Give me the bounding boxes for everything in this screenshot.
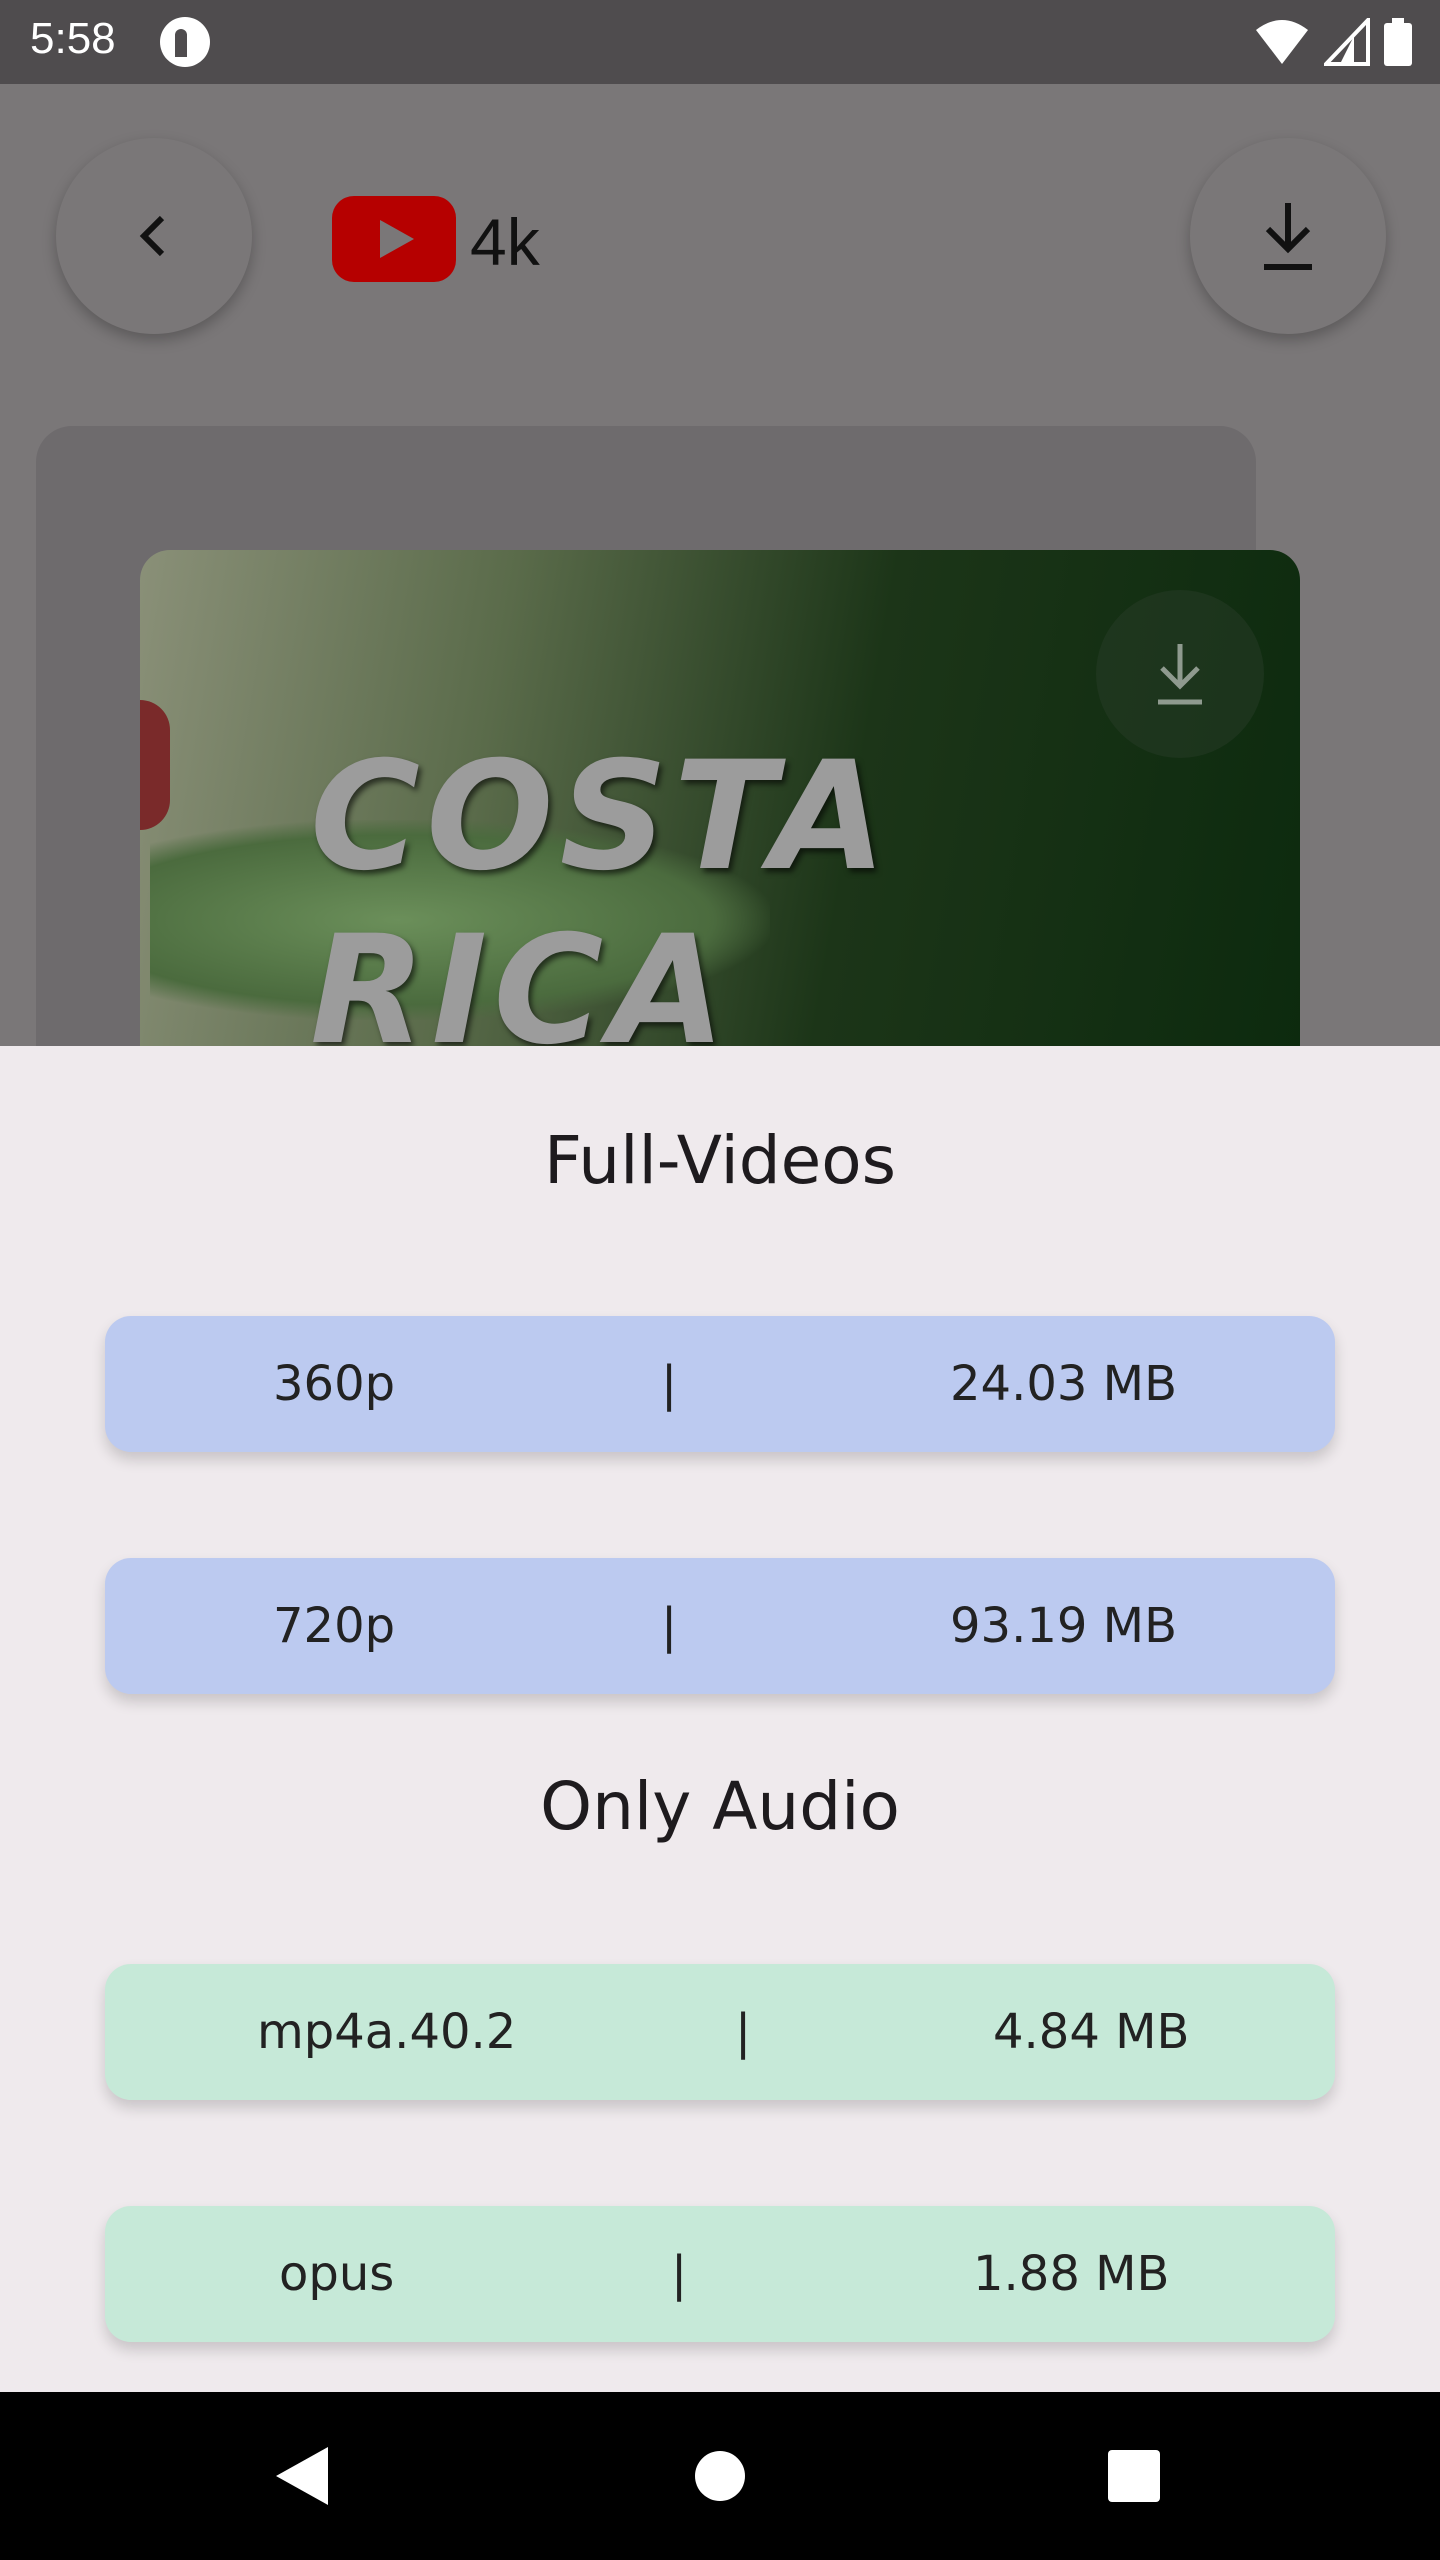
status-icons xyxy=(1254,18,1412,66)
signal-icon xyxy=(1324,18,1370,66)
nav-back-icon[interactable] xyxy=(274,2445,330,2507)
video-thumbnail[interactable]: COSTA RICA xyxy=(140,550,1300,1046)
wifi-icon xyxy=(1256,20,1308,64)
option-size: 4.84 MB xyxy=(993,2004,1190,2060)
audio-section-title: Only Audio xyxy=(540,1768,900,1845)
option-separator: | xyxy=(735,2004,752,2060)
youtube-logo xyxy=(332,196,456,282)
audio-option-opus[interactable]: opus | 1.88 MB xyxy=(105,2206,1335,2342)
audio-option-mp4a[interactable]: mp4a.40.2 | 4.84 MB xyxy=(105,1964,1335,2100)
status-bar: 5:58 xyxy=(0,0,1440,84)
thumbnail-flower xyxy=(140,700,170,830)
nav-home-icon[interactable] xyxy=(694,2450,746,2502)
option-quality: 720p xyxy=(273,1598,396,1654)
download-icon xyxy=(1264,203,1312,270)
video-section-title: Full-Videos xyxy=(543,1122,897,1199)
option-separator: | xyxy=(661,1598,678,1654)
option-codec: opus xyxy=(279,2246,395,2302)
download-options-sheet: Full-Videos 360p | 24.03 MB 720p | 93.19… xyxy=(0,1046,1440,2392)
battery-icon xyxy=(1384,18,1412,66)
thumbnail-title: COSTA RICA xyxy=(310,730,893,1046)
option-separator: | xyxy=(671,2246,688,2302)
back-button[interactable] xyxy=(56,138,252,334)
page-title: 4k xyxy=(470,205,540,279)
option-codec: mp4a.40.2 xyxy=(257,2004,517,2060)
download-button[interactable] xyxy=(1190,138,1386,334)
option-size: 1.88 MB xyxy=(973,2246,1170,2302)
option-size: 93.19 MB xyxy=(950,1598,1178,1654)
download-icon xyxy=(1158,644,1202,705)
app-badge-icon xyxy=(160,17,210,67)
nav-recents-icon[interactable] xyxy=(1108,2450,1160,2502)
option-size: 24.03 MB xyxy=(950,1356,1178,1412)
system-nav-bar xyxy=(0,2392,1440,2560)
back-icon xyxy=(139,215,165,257)
option-separator: | xyxy=(661,1356,678,1412)
video-detail-backdrop: 4k COSTA RICA xyxy=(0,84,1440,1046)
option-quality: 360p xyxy=(273,1356,396,1412)
thumbnail-download-button[interactable] xyxy=(1096,590,1264,758)
video-option-360p[interactable]: 360p | 24.03 MB xyxy=(105,1316,1335,1452)
video-option-720p[interactable]: 720p | 93.19 MB xyxy=(105,1558,1335,1694)
status-time: 5:58 xyxy=(30,14,116,63)
